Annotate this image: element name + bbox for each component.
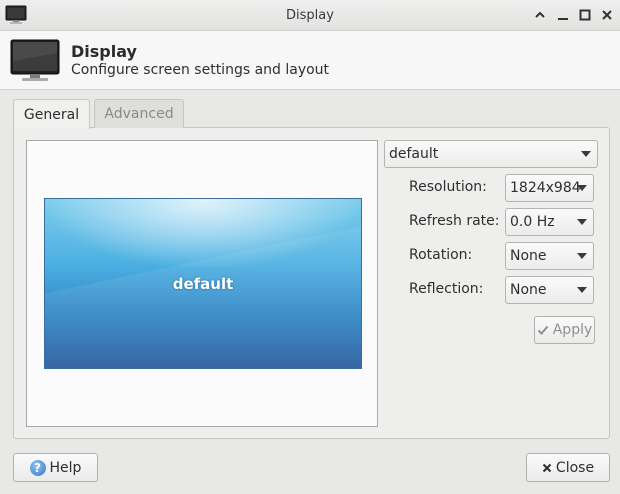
apply-label: Apply [552,322,593,338]
refresh-rate-select[interactable]: 0.0 Hz [505,208,594,236]
checkmark-icon [537,325,548,335]
output-select[interactable]: default [384,140,598,168]
chevron-down-icon [577,253,587,259]
reflection-select[interactable]: None [505,276,594,304]
shade-button[interactable] [533,8,547,22]
help-icon: ? [29,459,46,476]
close-window-button[interactable] [600,8,614,22]
minimize-icon [558,18,568,20]
chevron-down-icon [581,151,591,157]
close-label: Close [555,459,595,476]
output-select-value: default [389,146,439,162]
maximize-icon [579,9,591,21]
close-button[interactable]: Close [526,453,610,482]
tab-general[interactable]: General [13,99,90,129]
reflection-label: Reflection: [409,281,484,297]
rotation-select[interactable]: None [505,242,594,270]
window-title: Display [286,8,334,23]
resolution-select[interactable]: 1824x984 [505,174,594,202]
chevron-down-icon [577,219,587,225]
page-title: Display [71,42,137,61]
close-icon [542,463,552,472]
dialog-header: Display Configure screen settings and la… [0,31,620,90]
monitor-preview[interactable]: default [44,198,362,369]
chevron-down-icon [577,185,587,191]
minimize-button[interactable] [556,8,570,22]
rotation-label: Rotation: [409,247,473,263]
maximize-button[interactable] [578,8,592,22]
monitor-icon [10,39,60,81]
chevron-down-icon [577,287,587,293]
help-button[interactable]: ? Help [13,453,98,482]
apply-button[interactable]: Apply [534,316,595,344]
page-subtitle: Configure screen settings and layout [71,62,330,78]
tab-advanced[interactable]: Advanced [94,99,184,128]
resolution-label: Resolution: [409,179,487,195]
help-label: Help [49,459,82,476]
chevron-up-icon [535,11,545,18]
reflection-value: None [510,282,547,298]
rotation-value: None [510,248,547,264]
monitor-label: default [172,275,234,293]
refresh-rate-value: 0.0 Hz [510,214,555,230]
resolution-value: 1824x984 [510,180,581,196]
refresh-rate-label: Refresh rate: [409,213,500,229]
monitor-sheen [45,217,361,368]
close-icon [602,10,612,20]
window-titlebar[interactable]: Display [0,0,620,31]
